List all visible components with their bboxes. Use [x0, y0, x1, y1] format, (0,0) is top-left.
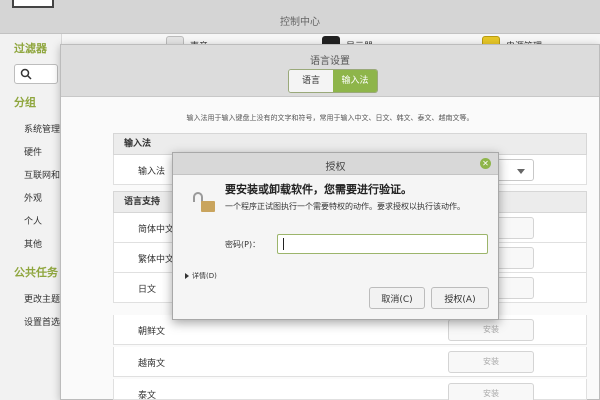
- filter-search-input[interactable]: [14, 64, 58, 84]
- chevron-right-icon: [185, 273, 189, 279]
- language-label: 繁体中文: [138, 255, 175, 265]
- language-settings-tabs: 语言 输入法: [288, 69, 378, 93]
- filter-heading: 过滤器: [14, 42, 47, 55]
- control-center-sidebar: 过滤器 分组 系统管理 硬件 互联网和网络 外观 个人 其他 公共任务 更改主题…: [0, 34, 62, 400]
- language-label: 泰文: [138, 391, 157, 400]
- auth-dialog-titlebar: 授权 ✕: [173, 153, 498, 175]
- tasks-heading: 公共任务: [14, 266, 58, 279]
- auth-heading: 要安装或卸载软件，您需要进行验证。: [225, 183, 412, 196]
- group-heading: 分组: [14, 96, 36, 109]
- language-settings-title: 语言设置: [310, 56, 350, 67]
- install-button[interactable]: 安装: [448, 351, 534, 373]
- language-label: 简体中文: [138, 225, 175, 235]
- password-label: 密码(P)：: [225, 240, 261, 249]
- sidebar-item-hardware[interactable]: 硬件: [24, 145, 62, 158]
- input-method-description: 输入法用于输入键盘上没有的文字和符号，常用于输入中文、日文、韩文、泰文、越南文等…: [186, 114, 474, 122]
- close-icon[interactable]: ✕: [480, 158, 491, 169]
- control-center-titlebar: 控制中心: [0, 0, 600, 34]
- language-row: 泰文 安装: [113, 379, 587, 400]
- details-label: 详情(D): [192, 272, 217, 280]
- language-row: 越南文 安装: [113, 347, 587, 377]
- chevron-down-icon: [517, 169, 525, 174]
- tab-input-method[interactable]: 输入法: [333, 70, 377, 92]
- details-expander[interactable]: 详情(D): [185, 271, 217, 281]
- password-input[interactable]: [277, 234, 488, 254]
- language-settings-header: 语言设置 语言 输入法: [61, 45, 599, 97]
- sidebar-item-personal[interactable]: 个人: [24, 214, 62, 227]
- sidebar-item-other[interactable]: 其他: [24, 237, 62, 250]
- auth-dialog-title: 授权: [325, 162, 346, 173]
- search-icon: [20, 68, 32, 80]
- task-change-theme[interactable]: 更改主题: [24, 292, 62, 305]
- install-button[interactable]: 安装: [448, 319, 534, 341]
- install-button[interactable]: 安装: [448, 383, 534, 400]
- task-preferred-apps[interactable]: 设置首选应用程序: [24, 315, 62, 328]
- language-label: 越南文: [138, 359, 166, 369]
- language-label: 日文: [138, 285, 157, 295]
- auth-dialog: 授权 ✕ 要安装或卸载软件，您需要进行验证。 一个程序正试图执行一个需要特权的动…: [172, 152, 499, 320]
- input-method-label: 输入法: [138, 167, 166, 177]
- lock-icon: [201, 201, 215, 212]
- control-center-title: 控制中心: [280, 17, 320, 28]
- tab-language[interactable]: 语言: [289, 70, 333, 92]
- monitor-icon: [12, 0, 54, 8]
- cancel-button[interactable]: 取消(C): [369, 287, 425, 309]
- text-caret: [283, 238, 284, 250]
- authorize-button[interactable]: 授权(A): [431, 287, 489, 309]
- auth-message: 一个程序正试图执行一个需要特权的动作。要求授权以执行该动作。: [225, 202, 465, 211]
- language-label: 朝鲜文: [138, 327, 166, 337]
- sidebar-item-system[interactable]: 系统管理: [24, 122, 62, 135]
- sidebar-item-network[interactable]: 互联网和网络: [24, 168, 62, 181]
- sidebar-item-appearance[interactable]: 外观: [24, 191, 62, 204]
